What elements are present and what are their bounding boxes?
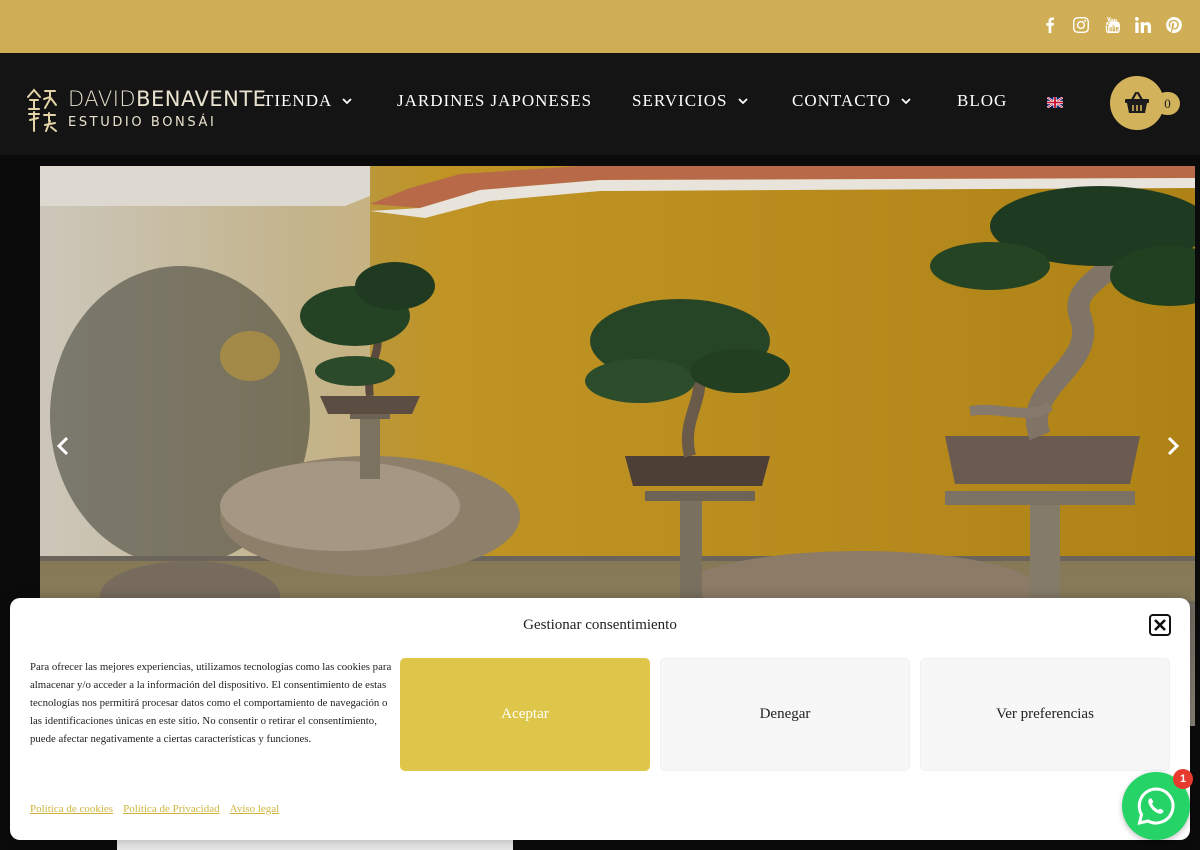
kanji-logo-mark [27,88,57,132]
facebook-icon[interactable] [1041,16,1058,34]
nav-label: BLOG [957,91,1008,110]
close-icon [1154,619,1166,631]
view-preferences-button[interactable]: Ver preferencias [920,658,1170,771]
uk-flag-icon[interactable] [1047,97,1063,108]
nav-label: SERVICIOS [632,91,728,110]
linkedin-icon[interactable] [1134,16,1151,34]
nav-label: CONTACTO [792,91,891,110]
chevron-right-icon [1167,436,1179,456]
logo-subtitle: ESTUDIO BONSÁI [68,115,217,130]
legal-notice-link[interactable]: Aviso legal [230,803,280,815]
cookie-policy-link[interactable]: Política de cookies [30,803,113,815]
cart-count-badge: 0 [1155,92,1180,115]
logo-last-name: BENAVENTE [136,87,267,111]
basket-icon [1125,91,1149,113]
accept-button[interactable]: Aceptar [400,658,650,771]
slider-next-button[interactable] [1163,434,1183,458]
nav-label: JARDINES JAPONESES [397,91,593,110]
chevron-down-icon [342,98,352,105]
logo-title: DAVIDBENAVENTE [68,87,266,111]
chevron-left-icon [57,436,69,456]
instagram-icon[interactable] [1072,16,1089,34]
top-social-bar [0,0,1200,53]
privacy-policy-link[interactable]: Política de Privacidad [123,803,220,815]
chevron-down-icon [901,98,911,105]
chevron-down-icon [737,98,748,105]
nav-item-tienda[interactable]: TIENDA [263,91,352,111]
nav-item-contacto[interactable]: CONTACTO [792,91,911,111]
logo[interactable]: DAVIDBENAVENTE ESTUDIO BONSÁI [25,85,266,135]
close-button[interactable] [1149,614,1171,636]
slider-prev-button[interactable] [53,434,73,458]
nav-item-blog[interactable]: BLOG [957,91,1007,111]
pinterest-icon[interactable] [1165,16,1182,34]
cookie-title: Gestionar consentimiento [523,617,677,633]
whatsapp-icon [1137,787,1175,826]
cookie-description: Para ofrecer las mejores experiencias, u… [30,661,392,745]
cookie-policy-links: Política de cookies Política de Privacid… [30,803,279,815]
social-links [1041,16,1182,34]
nav-item-servicios[interactable]: SERVICIOS [632,91,748,111]
page-content-peek [117,840,513,850]
nav-label: TIENDA [263,91,333,110]
logo-first-name: DAVID [68,87,137,111]
youtube-icon[interactable] [1103,16,1120,34]
site-header: DAVIDBENAVENTE ESTUDIO BONSÁI TIENDA JAR… [0,53,1200,155]
nav-item-jardines-japoneses[interactable]: JARDINES JAPONESES [397,91,592,111]
cookie-consent-modal: Gestionar consentimiento Para ofrecer la… [10,598,1190,840]
deny-button[interactable]: Denegar [660,658,910,771]
whatsapp-notification-badge: 1 [1173,769,1193,789]
